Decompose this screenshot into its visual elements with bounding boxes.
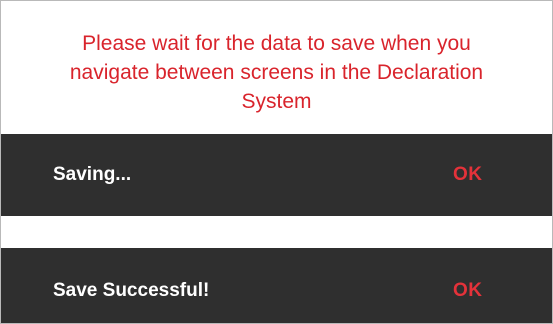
saving-ok-button[interactable]: OK <box>453 164 483 186</box>
save-successful-message: Save Successful! <box>53 280 210 301</box>
save-successful-snackbar: Save Successful! OK <box>1 248 552 323</box>
saving-snackbar: Saving... OK <box>1 134 552 216</box>
screenshot-frame: Please wait for the data to save when yo… <box>0 0 553 324</box>
save-wait-notice: Please wait for the data to save when yo… <box>69 32 484 113</box>
save-successful-ok-button[interactable]: OK <box>453 280 483 302</box>
saving-message: Saving... <box>53 164 132 185</box>
